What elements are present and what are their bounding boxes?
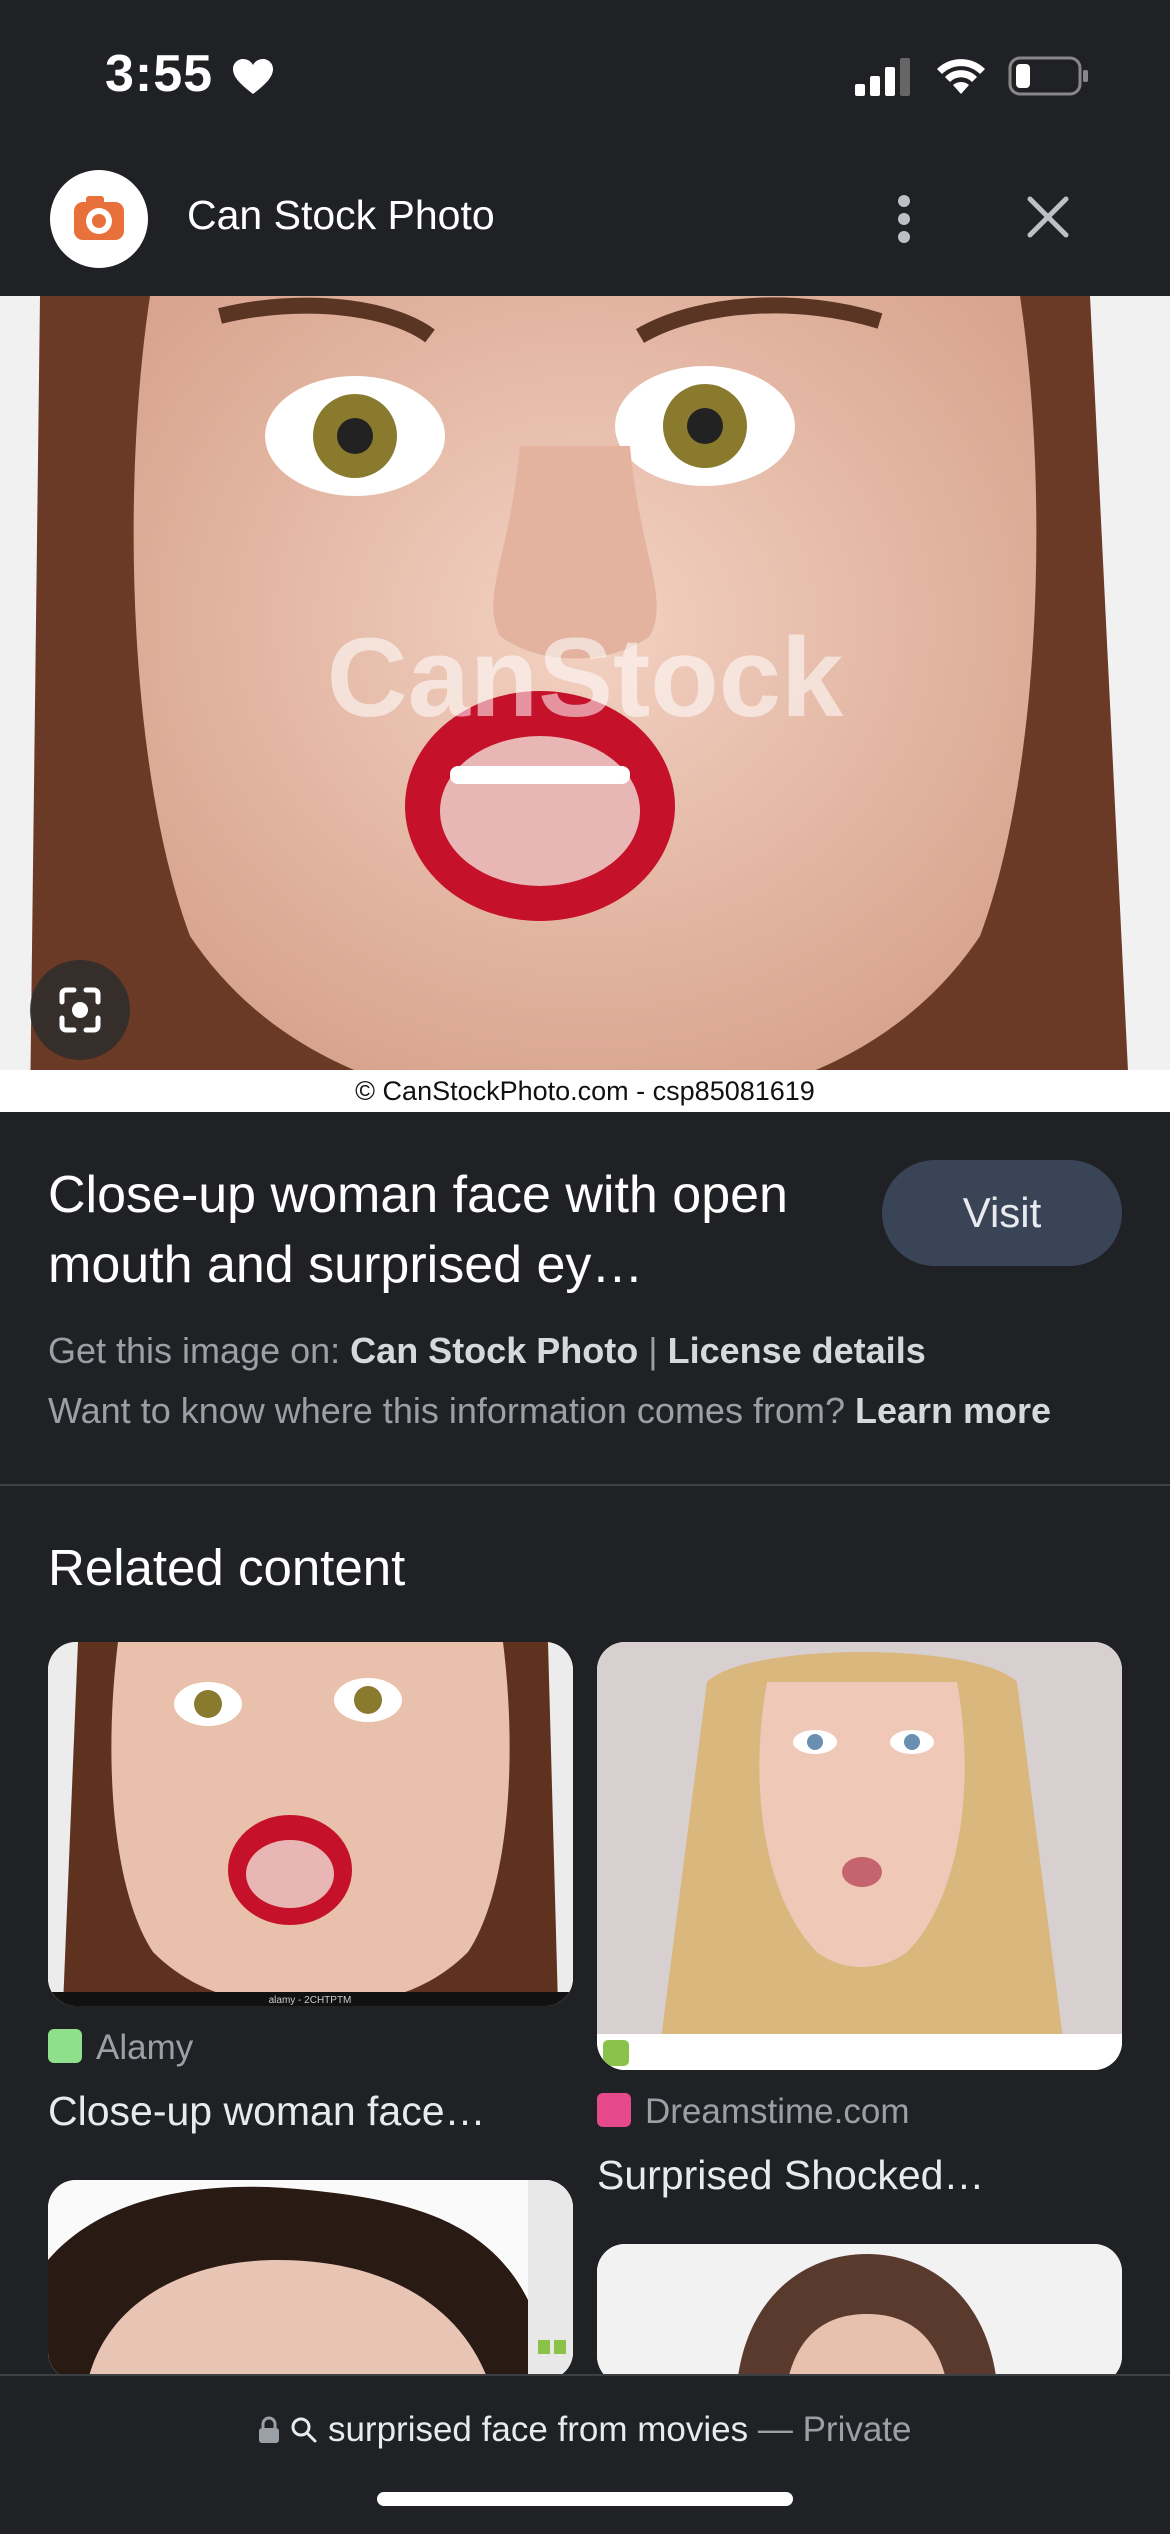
lock-icon [259,2416,280,2443]
related-heading: Related content [48,1539,406,1596]
camera-icon [74,196,124,240]
info-line: Want to know where this information come… [48,1390,1051,1432]
related-title-1[interactable]: Close-up woman face… [48,2088,486,2135]
source-link[interactable]: Can Stock Photo [350,1330,638,1371]
related-source-2-label: Dreamstime.com [645,2092,910,2131]
result-title: Close-up woman face with open mouth and … [48,1166,788,1294]
visit-button[interactable]: Visit [882,1160,1122,1266]
battery-icon [1008,56,1088,96]
related-title-2[interactable]: Surprised Shocked… [597,2152,984,2199]
source-separator: | [648,1330,658,1371]
related-image-2 [597,1642,1122,2070]
info-question: Want to know where this information come… [48,1390,845,1431]
divider [0,1484,1170,1486]
site-name[interactable]: Can Stock Photo [187,192,495,239]
lens-icon [59,987,101,1033]
header [0,150,1170,296]
learn-more-link[interactable]: Learn more [855,1390,1051,1431]
mode-separator: — [757,2410,793,2449]
home-indicator[interactable] [377,2492,793,2506]
private-mode-label: Private [802,2410,912,2449]
image-credit: © CanStockPhoto.com - csp85081619 [0,1070,1170,1112]
thumb-1-watermark: alamy - 2CHTPTM [269,1995,352,2006]
source-prefix: Get this image on: [48,1330,341,1371]
main-image[interactable]: CanStock [0,296,1170,1112]
site-logo[interactable] [50,170,148,268]
close-button[interactable] [1010,184,1086,254]
status-time: 3:55 [105,45,214,103]
source-line: Get this image on: Can Stock Photo | Lic… [48,1330,926,1372]
image-watermark: CanStock [327,615,844,740]
alamy-logo-icon [48,2029,82,2063]
wifi-icon [937,59,985,94]
more-vertical-icon [898,195,910,243]
related-thumbnail-2[interactable] [597,1642,1122,2070]
woman-face-photo: CanStock [0,296,1170,1112]
related-image-4 [597,2244,1122,2384]
close-icon [1027,196,1069,238]
related-source-1-label: Alamy [96,2028,194,2067]
search-query: surprised face from movies [327,2410,749,2449]
related-thumbnail-1[interactable]: alamy - 2CHTPTM [48,1642,573,2006]
signal-icon [855,58,910,96]
license-details-link[interactable]: License details [668,1330,926,1371]
related-image-3 [48,2180,573,2380]
search-icon [291,2417,317,2443]
address-bar[interactable]: surprised face from movies — Private [0,2410,1170,2450]
heart-icon [233,59,273,94]
lens-search-button[interactable] [30,960,130,1060]
related-source-2[interactable]: Dreamstime.com [597,2092,909,2132]
related-source-1[interactable]: Alamy [48,2028,193,2068]
dreamstime-logo-icon [597,2093,631,2127]
more-options-button[interactable] [880,184,928,254]
related-thumbnail-4[interactable] [597,2244,1122,2384]
related-thumbnail-3[interactable] [48,2180,573,2380]
related-image-1: alamy - 2CHTPTM [48,1642,573,2006]
bottom-address-bar [0,2374,1170,2534]
